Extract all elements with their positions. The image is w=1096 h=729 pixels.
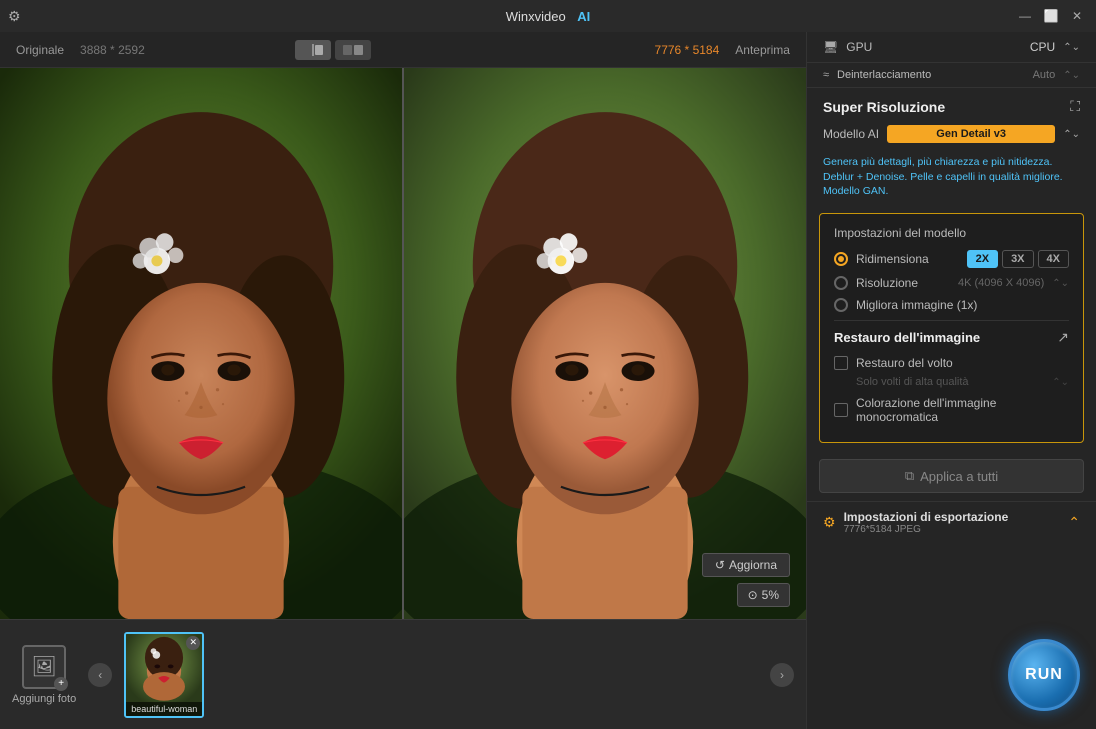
ridimensiona-radio[interactable]	[834, 252, 848, 266]
ridimensiona-row: Ridimensiona 2X 3X 4X	[834, 250, 1069, 268]
plus-icon: +	[54, 677, 68, 691]
restauro-icon: ↗	[1057, 329, 1069, 346]
image-viewer: ↺ Aggiorna ⊙ 5%	[0, 68, 806, 619]
scale-2x-button[interactable]: 2X	[967, 250, 998, 268]
ridimensiona-label: Ridimensiona	[856, 252, 959, 266]
risoluzione-radio[interactable]	[834, 276, 848, 290]
right-panel: 🖥 GPU CPU ⌃⌄ ≈ Deinterlacciamento Auto ⌃…	[806, 32, 1096, 729]
hardware-row: 🖥 GPU CPU ⌃⌄	[807, 32, 1096, 63]
zoom-indicator: ⊙ 5%	[737, 583, 790, 607]
settings-box: Impostazioni del modello Ridimensiona 2X…	[819, 213, 1084, 443]
super-risoluzione-title: Super Risoluzione	[823, 99, 1062, 115]
filmstrip: 🖼 + Aggiungi foto ‹ ✕	[0, 619, 806, 729]
restauro-title: Restauro dell'immagine	[834, 330, 1049, 345]
deint-value: Auto	[1033, 69, 1056, 81]
aggiorna-button[interactable]: ↺ Aggiorna	[702, 553, 790, 577]
solo-volti-row: Solo volti di alta qualità ⌃⌄	[834, 376, 1069, 388]
gpu-label: GPU	[846, 40, 1022, 54]
migliora-label: Migliora immagine (1x)	[856, 298, 1069, 312]
migliora-radio[interactable]	[834, 298, 848, 312]
compare-side-btn[interactable]	[335, 40, 371, 60]
zoom-icon: ⊙	[748, 588, 758, 602]
deint-icon: ≈	[823, 69, 829, 81]
refresh-icon: ↺	[715, 558, 725, 572]
export-title: Impostazioni di esportazione	[844, 510, 1061, 524]
model-description: Genera più dettagli, più chiarezza e più…	[807, 151, 1096, 209]
compare-controls	[295, 40, 371, 60]
scale-3x-button[interactable]: 3X	[1002, 250, 1033, 268]
film-item[interactable]: ✕	[124, 632, 204, 718]
export-chevron: ⌃	[1068, 514, 1080, 531]
model-dropdown[interactable]: ⌃⌄	[1063, 129, 1080, 140]
film-items: ✕	[124, 632, 758, 718]
compare-split-btn[interactable]	[295, 40, 331, 60]
deinterlacciamento-row: ≈ Deinterlacciamento Auto ⌃⌄	[807, 63, 1096, 88]
export-settings-row[interactable]: ⚙ Impostazioni di esportazione 7776*5184…	[807, 501, 1096, 543]
export-info: Impostazioni di esportazione 7776*5184 J…	[844, 510, 1061, 535]
restauro-volto-row: Restauro del volto	[834, 356, 1069, 370]
scale-buttons: 2X 3X 4X	[967, 250, 1069, 268]
preview-label: Anteprima	[735, 43, 790, 57]
content-area: Originale 3888 * 2592 7776 * 5184 Antepr…	[0, 32, 806, 729]
export-icon: ⚙	[823, 514, 836, 531]
settings-icon[interactable]: ⚙	[8, 8, 21, 25]
settings-box-title: Impostazioni del modello	[834, 226, 1069, 240]
colorazione-row: Colorazione dell'immagine monocromatica	[834, 396, 1069, 424]
add-photo-button[interactable]: 🖼 + Aggiungi foto	[12, 645, 76, 705]
restauro-volto-checkbox[interactable]	[834, 356, 848, 370]
apply-all-button[interactable]: ⧉ Applica a tutti	[819, 459, 1084, 493]
solo-volti-dropdown: ⌃⌄	[1052, 377, 1069, 388]
model-label: Modello AI	[823, 127, 879, 141]
hardware-dropdown[interactable]: ⌃⌄	[1063, 42, 1080, 53]
minimize-button[interactable]: —	[1014, 5, 1036, 27]
film-item-label: beautiful-woman	[126, 702, 202, 716]
title-bar: ⚙ Winxvideo AI — ⬜ ✕	[0, 0, 1096, 32]
migliora-row: Migliora immagine (1x)	[834, 298, 1069, 312]
super-risoluzione-header: Super Risoluzione ⛶	[807, 88, 1096, 121]
add-photo-label: Aggiungi foto	[12, 693, 76, 705]
film-item-close[interactable]: ✕	[186, 636, 200, 650]
gpu-icon: 🖥	[823, 40, 838, 54]
prev-arrow[interactable]: ‹	[88, 663, 112, 687]
preview-image-panel	[402, 68, 806, 619]
add-photo-icon: 🖼 +	[22, 645, 66, 689]
solo-volti-label: Solo volti di alta qualità	[856, 376, 1044, 388]
original-label: Originale	[16, 43, 64, 57]
settings-divider	[834, 320, 1069, 321]
resolution-dropdown[interactable]: ⌃⌄	[1052, 278, 1069, 289]
restauro-volto-label: Restauro del volto	[856, 356, 953, 370]
bottom-controls: ↺ Aggiorna ⊙ 5%	[702, 553, 790, 607]
app-title: Winxvideo AI	[506, 9, 591, 24]
original-portrait	[0, 68, 402, 619]
risoluzione-label: Risoluzione	[856, 276, 950, 290]
export-details: 7776*5184 JPEG	[844, 524, 1061, 535]
input-dimensions: 3888 * 2592	[80, 43, 145, 57]
top-toolbar: Originale 3888 * 2592 7776 * 5184 Antepr…	[0, 32, 806, 68]
risoluzione-row: Risoluzione 4K (4096 X 4096) ⌃⌄	[834, 276, 1069, 290]
colorazione-checkbox[interactable]	[834, 403, 848, 417]
apply-icon: ⧉	[905, 468, 914, 484]
expand-icon[interactable]: ⛶	[1070, 98, 1080, 115]
model-ai-row: Modello AI Gen Detail v3 ⌃⌄	[807, 121, 1096, 151]
preview-portrait	[404, 68, 806, 619]
cpu-value: CPU	[1030, 40, 1055, 54]
original-image-panel	[0, 68, 402, 619]
resolution-value: 4K (4096 X 4096)	[958, 277, 1044, 289]
colorazione-label: Colorazione dell'immagine monocromatica	[856, 396, 1069, 424]
close-button[interactable]: ✕	[1066, 5, 1088, 27]
output-dimensions: 7776 * 5184	[655, 43, 720, 57]
deint-label: Deinterlacciamento	[837, 69, 1025, 81]
window-controls: — ⬜ ✕	[1014, 5, 1088, 27]
main-container: Originale 3888 * 2592 7776 * 5184 Antepr…	[0, 32, 1096, 729]
deint-dropdown[interactable]: ⌃⌄	[1063, 70, 1080, 81]
scale-4x-button[interactable]: 4X	[1038, 250, 1069, 268]
maximize-button[interactable]: ⬜	[1040, 5, 1062, 27]
next-arrow[interactable]: ›	[770, 663, 794, 687]
model-badge: Gen Detail v3	[887, 125, 1055, 143]
restauro-header: Restauro dell'immagine ↗	[834, 329, 1069, 346]
